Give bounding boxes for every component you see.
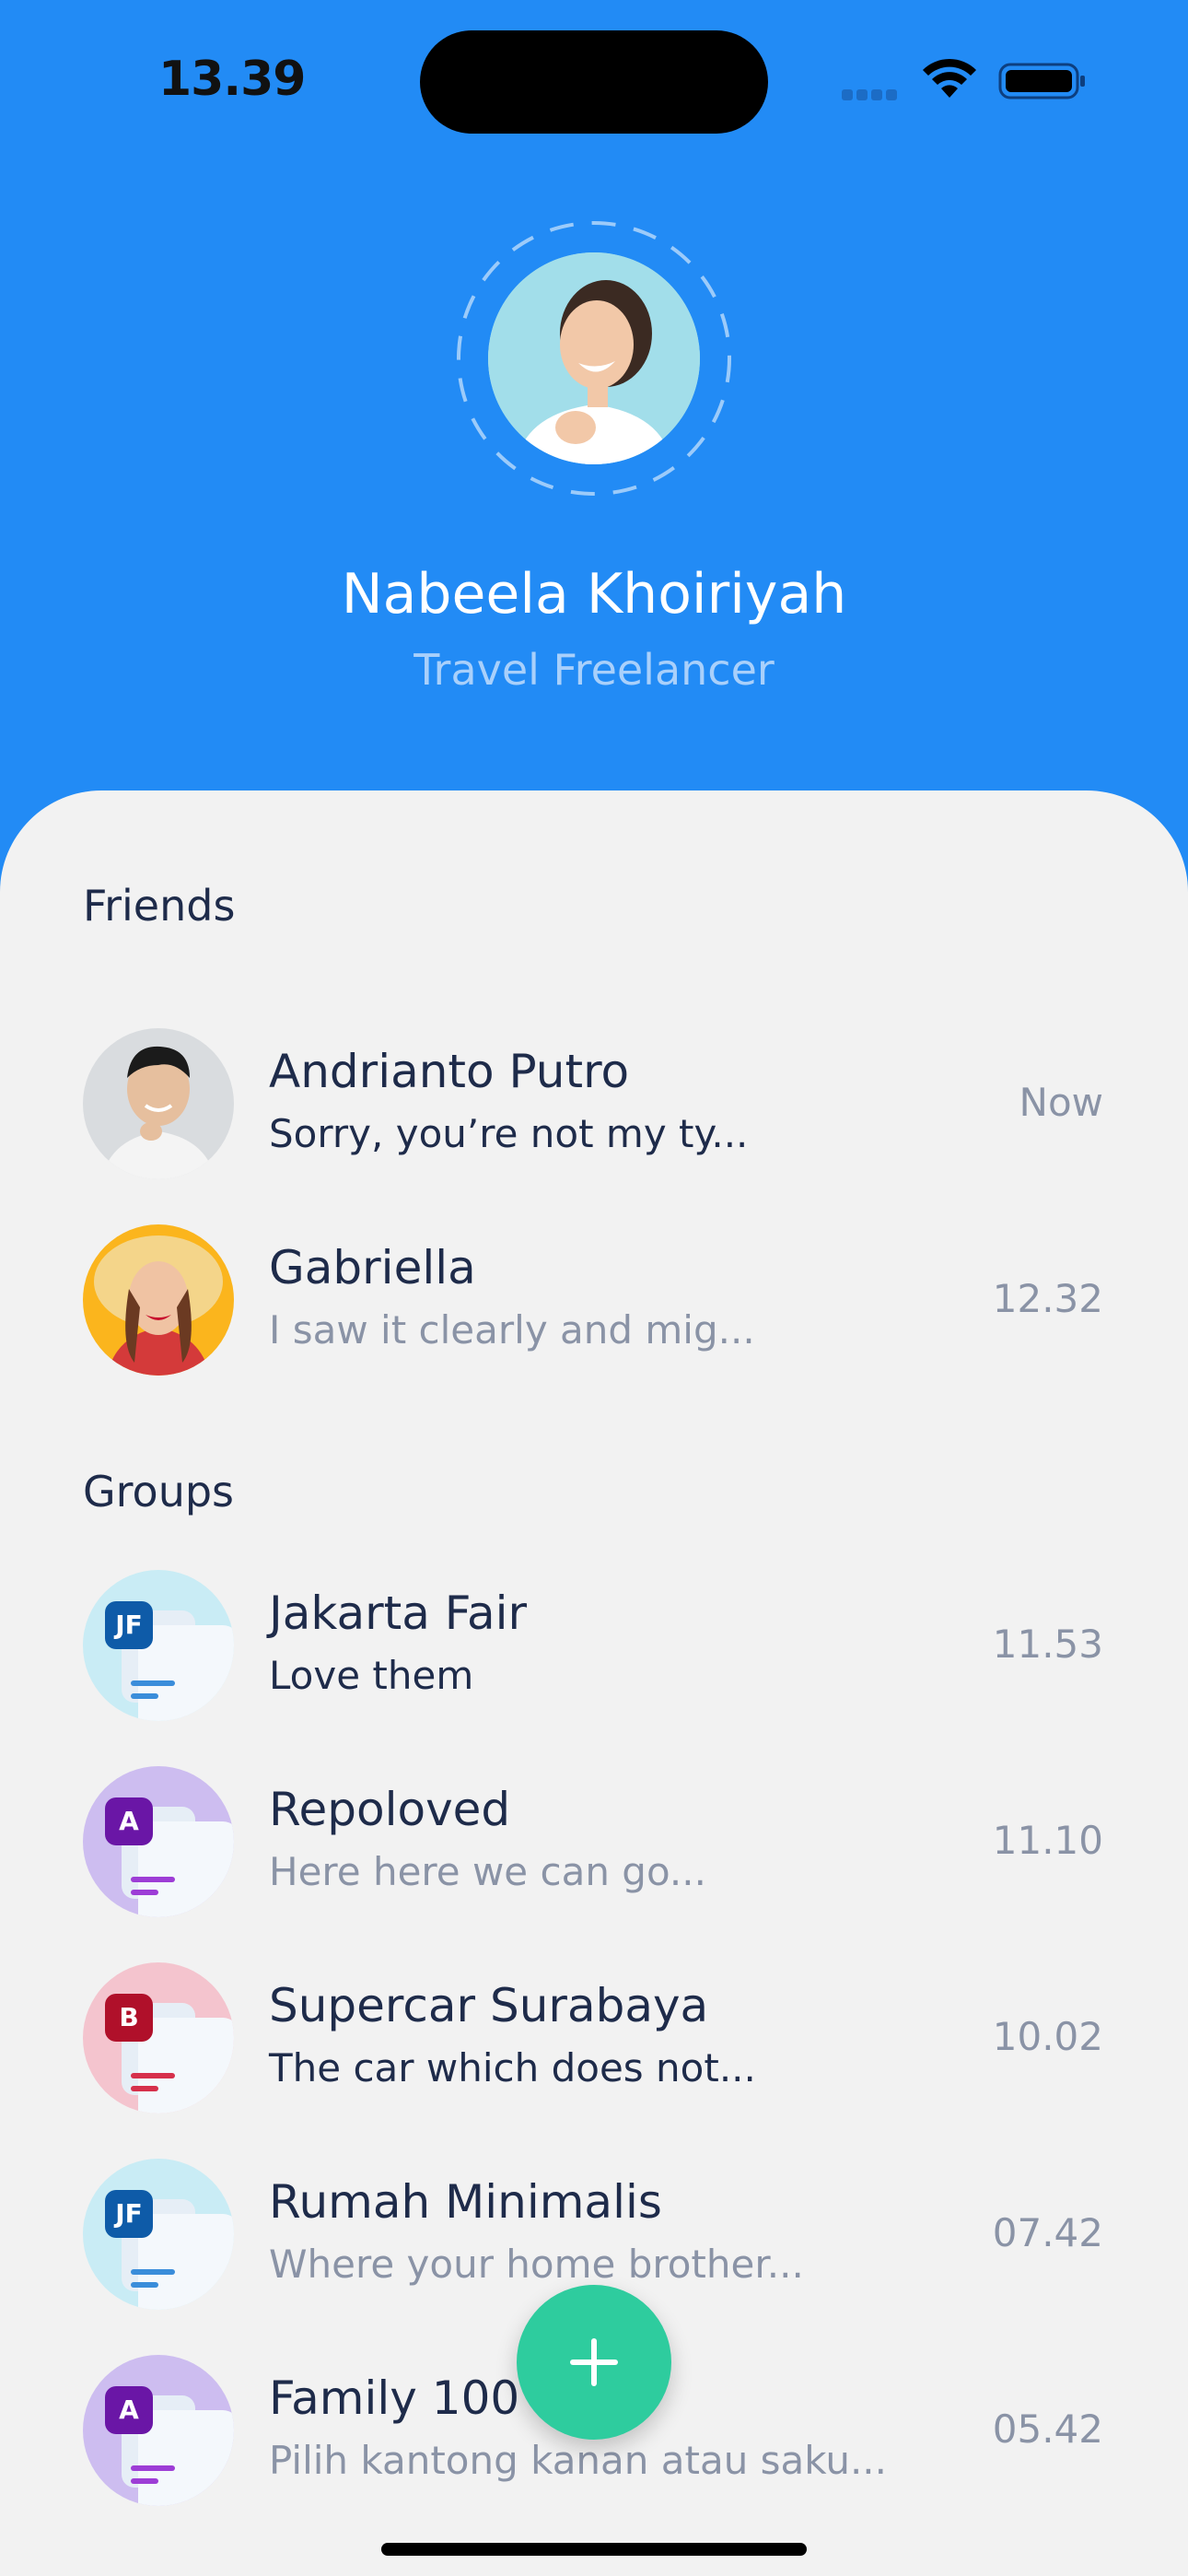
chat-list-sheet: Friends Andrianto Putro Sorry, you’re no… bbox=[0, 790, 1188, 2576]
group-badge: A bbox=[105, 2386, 153, 2434]
friends-section-title: Friends bbox=[83, 881, 236, 931]
group-name: Rumah Minimalis bbox=[269, 2175, 662, 2229]
group-avatar: A bbox=[83, 1766, 234, 1917]
group-card-line bbox=[131, 1890, 158, 1895]
group-avatar: B bbox=[83, 1962, 234, 2113]
group-last-message: Here here we can go... bbox=[269, 1849, 706, 1894]
group-badge: JF bbox=[105, 2190, 153, 2238]
group-name: Repoloved bbox=[269, 1783, 511, 1836]
group-card-line bbox=[131, 2478, 158, 2484]
group-message-time: 11.10 bbox=[992, 1818, 1103, 1863]
group-avatar: JF bbox=[83, 2159, 234, 2310]
group-message-time: 11.53 bbox=[992, 1622, 1103, 1667]
group-card-line bbox=[131, 2465, 175, 2471]
group-card-line bbox=[131, 1877, 175, 1882]
status-bar: 13.39 bbox=[0, 0, 1188, 138]
friend-last-message: I saw it clearly and mig... bbox=[269, 1307, 755, 1352]
friend-message-time: Now bbox=[1019, 1080, 1103, 1125]
group-row[interactable]: A Repoloved Here here we can go... 11.10 bbox=[0, 1766, 1188, 1923]
group-last-message: Where your home brother... bbox=[269, 2242, 804, 2287]
group-row[interactable]: B Supercar Surabaya The car which does not… bbox=[0, 1962, 1188, 2119]
friend-name: Andrianto Putro bbox=[269, 1045, 630, 1098]
group-card-line bbox=[131, 2282, 158, 2288]
friend-message-time: 12.32 bbox=[992, 1276, 1103, 1321]
group-card-line bbox=[131, 1680, 175, 1686]
group-avatar: A bbox=[83, 2355, 234, 2506]
friend-name: Gabriella bbox=[269, 1241, 476, 1294]
group-card-line bbox=[131, 2269, 175, 2275]
status-time: 13.39 bbox=[158, 52, 306, 107]
group-card-line bbox=[131, 2073, 175, 2078]
group-badge: A bbox=[105, 1797, 153, 1845]
group-message-time: 10.02 bbox=[992, 2014, 1103, 2059]
profile-avatar[interactable] bbox=[488, 252, 700, 464]
group-card-line bbox=[131, 2086, 158, 2091]
friend-last-message: Sorry, you’re not my ty... bbox=[269, 1111, 749, 1156]
group-avatar: JF bbox=[83, 1570, 234, 1721]
group-last-message: The car which does not... bbox=[269, 2045, 756, 2090]
friend-avatar bbox=[83, 1224, 234, 1376]
wifi-icon bbox=[923, 58, 976, 98]
group-name: Supercar Surabaya bbox=[269, 1979, 709, 2032]
group-message-time: 07.42 bbox=[992, 2210, 1103, 2255]
group-row[interactable]: JF Jakarta Fair Love them 11.53 bbox=[0, 1570, 1188, 1727]
groups-section-title: Groups bbox=[83, 1467, 235, 1516]
group-name: Family 100 bbox=[269, 2371, 520, 2425]
cellular-signal-icon bbox=[842, 87, 906, 100]
battery-icon bbox=[998, 63, 1085, 100]
friend-row[interactable]: Andrianto Putro Sorry, you’re not my ty.… bbox=[0, 1028, 1188, 1185]
group-last-message: Love them bbox=[269, 1653, 474, 1698]
profile-header: Nabeela Khoiriyah Travel Freelancer bbox=[0, 138, 1188, 783]
plus-icon bbox=[570, 2338, 618, 2386]
group-message-time: 05.42 bbox=[992, 2406, 1103, 2452]
profile-name: Nabeela Khoiriyah bbox=[341, 562, 847, 626]
group-card-line bbox=[131, 1693, 158, 1699]
group-name: Jakarta Fair bbox=[269, 1587, 528, 1640]
profile-title: Travel Freelancer bbox=[413, 645, 775, 695]
group-badge: JF bbox=[105, 1601, 153, 1649]
home-indicator bbox=[381, 2543, 807, 2556]
group-badge: B bbox=[105, 1994, 153, 2042]
dynamic-island bbox=[420, 30, 768, 134]
friend-avatar bbox=[83, 1028, 234, 1179]
group-last-message: Pilih kantong kanan atau saku... bbox=[269, 2438, 887, 2483]
friend-row[interactable]: Gabriella I saw it clearly and mig... 12… bbox=[0, 1224, 1188, 1381]
add-chat-button[interactable] bbox=[517, 2285, 671, 2440]
